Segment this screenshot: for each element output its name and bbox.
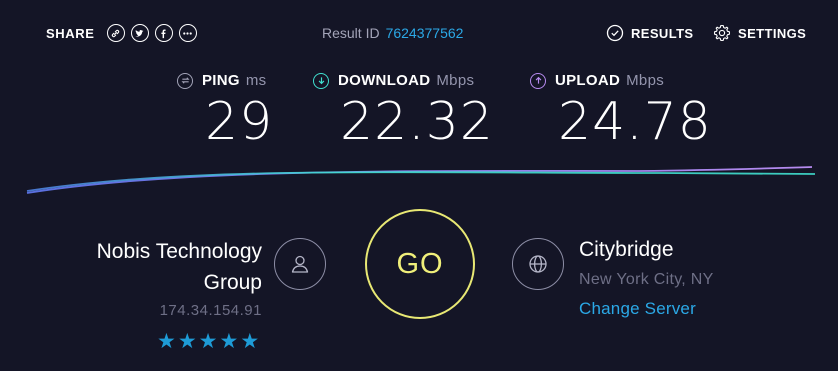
download-unit: Mbps bbox=[436, 72, 475, 89]
share-label: SHARE bbox=[46, 25, 95, 41]
star-icon[interactable]: ★ bbox=[178, 331, 197, 352]
result-id-link[interactable]: 7624377562 bbox=[386, 25, 464, 41]
server-name: Citybridge bbox=[579, 238, 674, 261]
ping-metric: PING ms 29 bbox=[177, 72, 272, 152]
gear-icon bbox=[713, 24, 731, 42]
twitter-icon[interactable] bbox=[130, 24, 149, 42]
star-icon[interactable]: ★ bbox=[157, 331, 176, 352]
result-id-label: Result ID bbox=[322, 25, 380, 41]
upload-metric: UPLOAD Mbps 24.78 bbox=[530, 72, 711, 152]
ping-value: 29 bbox=[205, 92, 274, 152]
upload-value: 24.78 bbox=[558, 92, 712, 152]
star-icon[interactable]: ★ bbox=[199, 331, 218, 352]
star-icon[interactable]: ★ bbox=[240, 331, 259, 352]
upload-unit: Mbps bbox=[626, 72, 665, 89]
ping-unit: ms bbox=[245, 72, 267, 89]
result-info: Result ID 7624377562 bbox=[322, 25, 463, 41]
download-graph-line bbox=[26, 171, 816, 192]
go-button[interactable]: GO bbox=[365, 209, 475, 319]
ping-icon bbox=[177, 72, 193, 89]
download-metric: DOWNLOAD Mbps 22.32 bbox=[313, 72, 493, 152]
globe-icon bbox=[512, 238, 564, 290]
speed-graph bbox=[26, 166, 816, 194]
isp-name: Nobis Technology Group bbox=[60, 236, 262, 298]
check-circle-icon bbox=[606, 24, 624, 42]
isp-name-line1: Nobis Technology bbox=[96, 240, 262, 263]
server-location: New York City, NY bbox=[579, 271, 714, 288]
share-bar: SHARE bbox=[46, 24, 197, 42]
change-server-link[interactable]: Change Server bbox=[579, 299, 696, 319]
download-icon bbox=[313, 72, 329, 89]
isp-name-line2: Group bbox=[203, 271, 262, 294]
facebook-icon[interactable] bbox=[154, 24, 173, 42]
link-icon[interactable] bbox=[106, 24, 125, 42]
star-icon[interactable]: ★ bbox=[219, 331, 238, 352]
settings-button[interactable]: SETTINGS bbox=[713, 24, 806, 42]
upload-icon bbox=[530, 72, 546, 89]
upload-label: UPLOAD bbox=[555, 72, 621, 89]
more-icon[interactable] bbox=[178, 24, 197, 42]
go-label: GO bbox=[396, 247, 444, 280]
results-button[interactable]: RESULTS bbox=[606, 24, 694, 42]
speedtest-panel: SHARE Result ID 7624377562 RESULTS SETTIN… bbox=[0, 0, 838, 371]
download-label: DOWNLOAD bbox=[338, 72, 431, 89]
user-icon bbox=[274, 238, 326, 290]
isp-rating[interactable]: ★ ★ ★ ★ ★ bbox=[157, 331, 261, 352]
ping-label: PING bbox=[202, 72, 240, 89]
upload-graph-line bbox=[26, 166, 813, 194]
isp-ip-address: 174.34.154.91 bbox=[159, 302, 262, 319]
results-label: RESULTS bbox=[631, 25, 694, 41]
settings-label: SETTINGS bbox=[738, 25, 807, 41]
download-value: 22.32 bbox=[340, 92, 494, 152]
